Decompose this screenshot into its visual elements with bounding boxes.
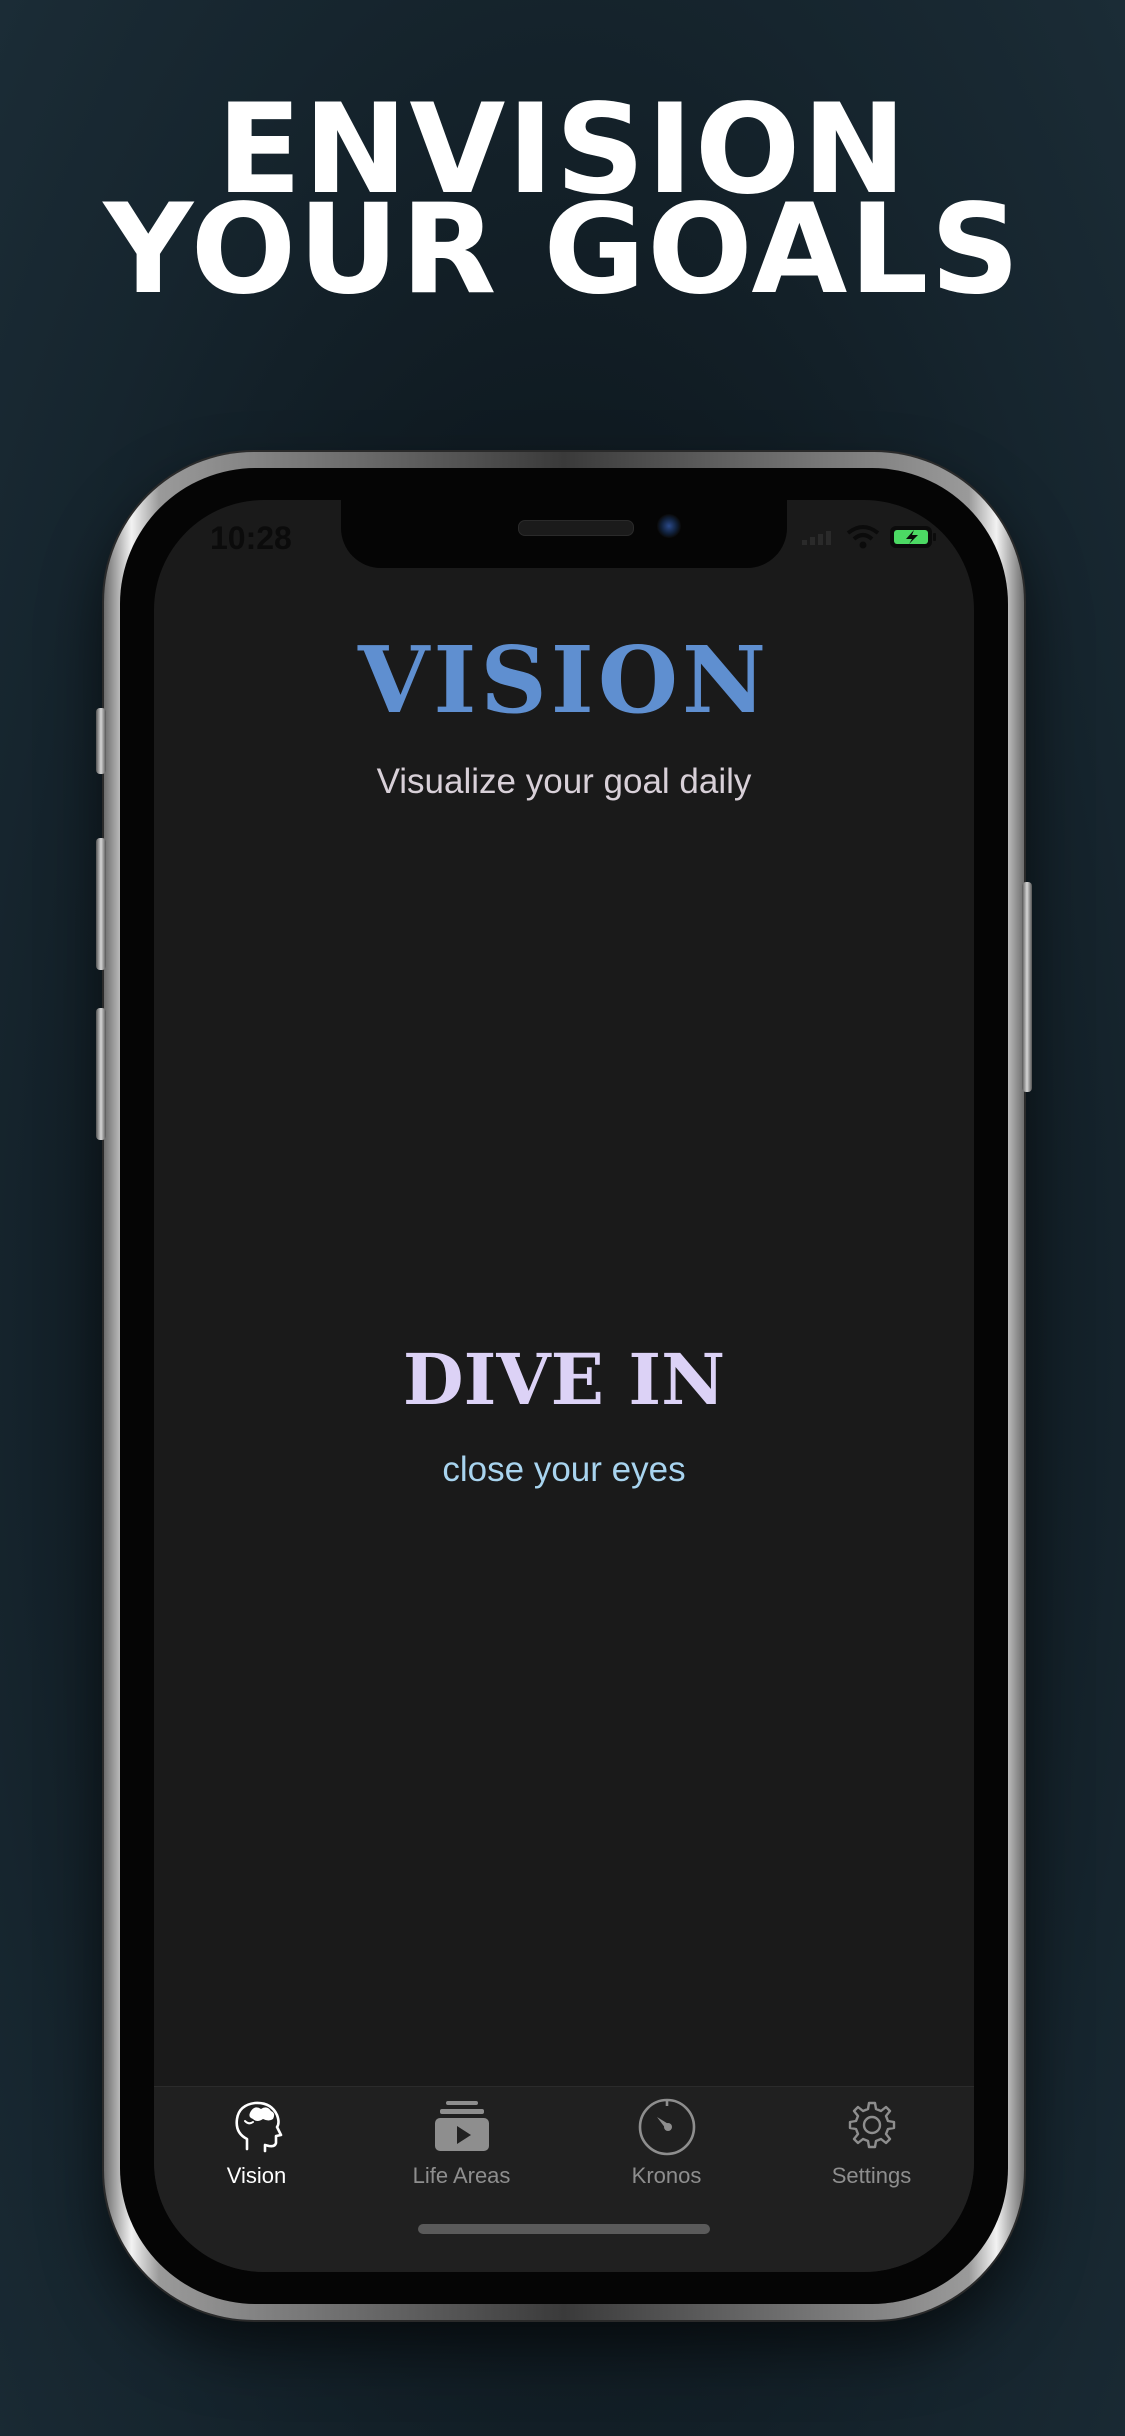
speaker-grille (518, 520, 634, 536)
app-screen: 10:28 VISION Visualize your goal daily D… (154, 500, 974, 2272)
page-subtitle: Visualize your goal daily (376, 762, 752, 801)
headline-line-2: YOUR GOALS (103, 178, 1022, 322)
battery-charging-icon (890, 526, 936, 548)
tab-settings[interactable]: Settings (769, 2097, 974, 2209)
tab-label-settings: Settings (831, 2163, 912, 2188)
notch (341, 500, 787, 568)
front-camera (657, 514, 681, 538)
signal-icon (802, 531, 831, 545)
home-indicator[interactable] (418, 2224, 710, 2234)
tab-life-areas[interactable]: Life Areas (359, 2097, 564, 2209)
side-power-button (1022, 882, 1032, 1092)
marketing-headline: ENVISION YOUR GOALS (0, 88, 1125, 322)
page-title: VISION (357, 626, 771, 734)
head-brain-icon (234, 2101, 282, 2153)
tab-label-life-areas: Life Areas (412, 2163, 511, 2188)
tab-bar: Vision Life Areas Kronos Settings (154, 2086, 974, 2272)
volume-up-button (96, 838, 106, 970)
volume-down-button (96, 1008, 106, 1140)
tab-vision[interactable]: Vision (154, 2097, 359, 2209)
wifi-icon (846, 525, 880, 549)
dive-in-hint: close your eyes (442, 1450, 686, 1489)
timer-dial-icon (638, 2098, 695, 2156)
video-stack-icon (434, 2101, 489, 2151)
dive-in-button[interactable]: DIVE IN (154, 1338, 974, 1421)
tab-label-kronos: Kronos (631, 2163, 702, 2188)
gear-icon (848, 2101, 895, 2149)
tab-label-vision: Vision (226, 2163, 287, 2188)
phone-frame: 10:28 VISION Visualize your goal daily D… (96, 452, 1032, 2320)
tab-kronos[interactable]: Kronos (564, 2097, 769, 2209)
silent-switch (96, 708, 106, 774)
status-icons (802, 524, 938, 550)
status-time: 10:28 (210, 520, 292, 556)
